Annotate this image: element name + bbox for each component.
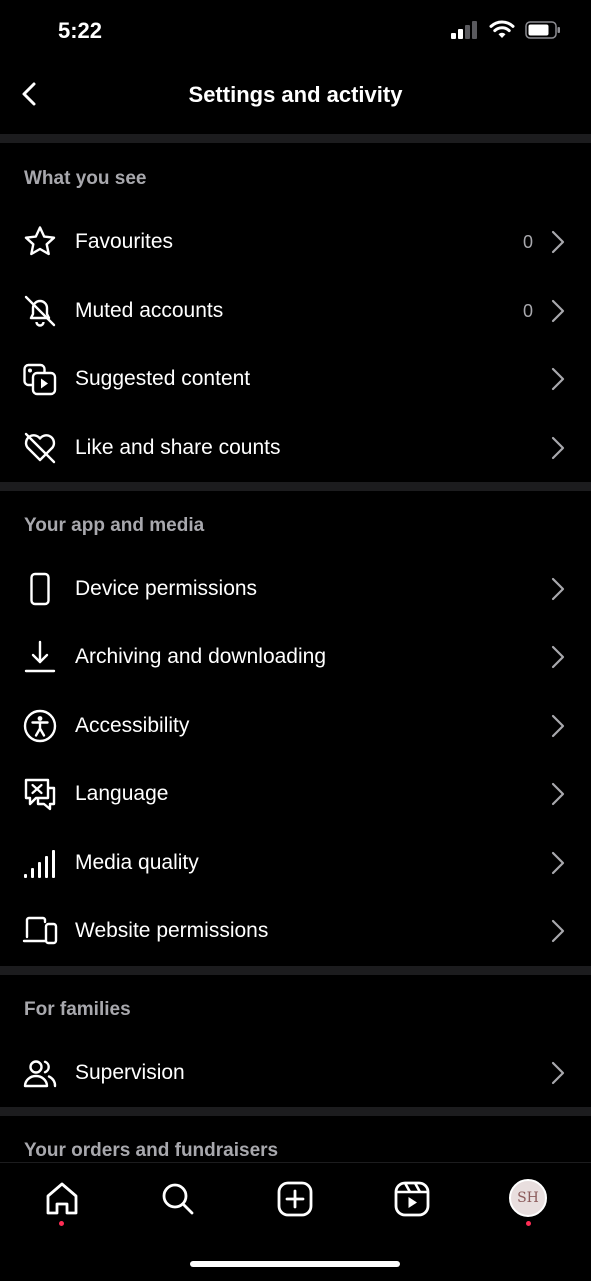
row-label: Media quality: [75, 851, 199, 874]
settings-row-muted-accounts[interactable]: Muted accounts 0: [0, 277, 591, 345]
star-icon: [24, 226, 56, 256]
row-count: 0: [522, 232, 533, 252]
chevron-right-icon: [551, 919, 565, 943]
chevron-right-icon: [551, 714, 565, 738]
row-label: Like and share counts: [75, 436, 281, 459]
row-label: Accessibility: [75, 714, 190, 737]
cellular-signal-icon: [451, 21, 477, 39]
download-icon: [24, 640, 56, 673]
settings-row-like-and-share-counts[interactable]: Like and share counts: [0, 414, 591, 482]
phone-icon: [30, 572, 50, 606]
section-divider: [0, 134, 591, 143]
suggested-content-icon: [23, 363, 57, 396]
row-count: 0: [522, 301, 533, 321]
header: Settings and activity: [0, 64, 591, 126]
settings-row-device-permissions[interactable]: Device permissions: [0, 555, 591, 623]
chevron-right-icon: [551, 851, 565, 875]
search-icon[interactable]: [156, 1177, 200, 1221]
signal-bars-icon: [24, 850, 55, 878]
chevron-right-icon: [551, 367, 565, 391]
battery-icon: [525, 21, 560, 39]
page-title: Settings and activity: [188, 82, 403, 107]
chevron-right-icon: [551, 577, 565, 601]
section-divider: [0, 966, 591, 975]
settings-row-media-quality[interactable]: Media quality: [0, 829, 591, 897]
row-label: Website permissions: [75, 919, 269, 942]
chevron-right-icon: [551, 782, 565, 806]
section-title-for-families: For families: [24, 999, 131, 1020]
profile-avatar[interactable]: SH: [509, 1179, 547, 1217]
settings-row-favourites[interactable]: Favourites 0: [0, 208, 591, 276]
row-label: Suggested content: [75, 367, 251, 390]
language-icon: [24, 778, 56, 811]
status-icons: [451, 20, 561, 40]
settings-row-archiving-and-downloading[interactable]: Archiving and downloading: [0, 623, 591, 691]
row-label: Language: [75, 782, 169, 805]
reels-icon[interactable]: [390, 1177, 434, 1221]
home-notification-dot: [59, 1221, 64, 1226]
chevron-right-icon: [551, 1061, 565, 1085]
chevron-right-icon: [551, 230, 565, 254]
heart-off-icon: [24, 432, 56, 464]
home-indicator: [190, 1261, 400, 1267]
row-label: Device permissions: [75, 577, 258, 600]
section-title-your-app-and-media: Your app and media: [24, 515, 205, 536]
laptop-phone-icon: [22, 916, 58, 945]
settings-row-language[interactable]: Language: [0, 760, 591, 828]
row-label: Archiving and downloading: [75, 645, 327, 668]
settings-row-supervision[interactable]: Supervision: [0, 1039, 591, 1107]
create-icon[interactable]: [273, 1177, 317, 1221]
chevron-right-icon: [551, 645, 565, 669]
chevron-right-icon: [551, 436, 565, 460]
settings-row-suggested-content[interactable]: Suggested content: [0, 345, 591, 413]
settings-row-website-permissions[interactable]: Website permissions: [0, 897, 591, 965]
section-title-your-orders-and-fundraisers: Your orders and fundraisers: [24, 1140, 279, 1161]
status-bar: 5:22: [0, 0, 591, 64]
home-icon[interactable]: [40, 1177, 84, 1221]
accessibility-icon: [23, 709, 57, 743]
chevron-right-icon: [551, 299, 565, 323]
section-divider: [0, 482, 591, 491]
people-icon: [23, 1060, 57, 1088]
settings-row-accessibility[interactable]: Accessibility: [0, 692, 591, 760]
muted-bell-icon: [24, 295, 56, 327]
row-label: Favourites: [75, 230, 174, 253]
avatar-initials: SH: [517, 1190, 539, 1206]
section-title-what-you-see: What you see: [24, 168, 147, 189]
wifi-icon: [489, 20, 515, 38]
row-label: Supervision: [75, 1061, 185, 1084]
profile-notification-dot: [526, 1221, 531, 1226]
section-divider: [0, 1107, 591, 1116]
row-label: Muted accounts: [75, 299, 224, 322]
status-time: 5:22: [58, 18, 103, 43]
